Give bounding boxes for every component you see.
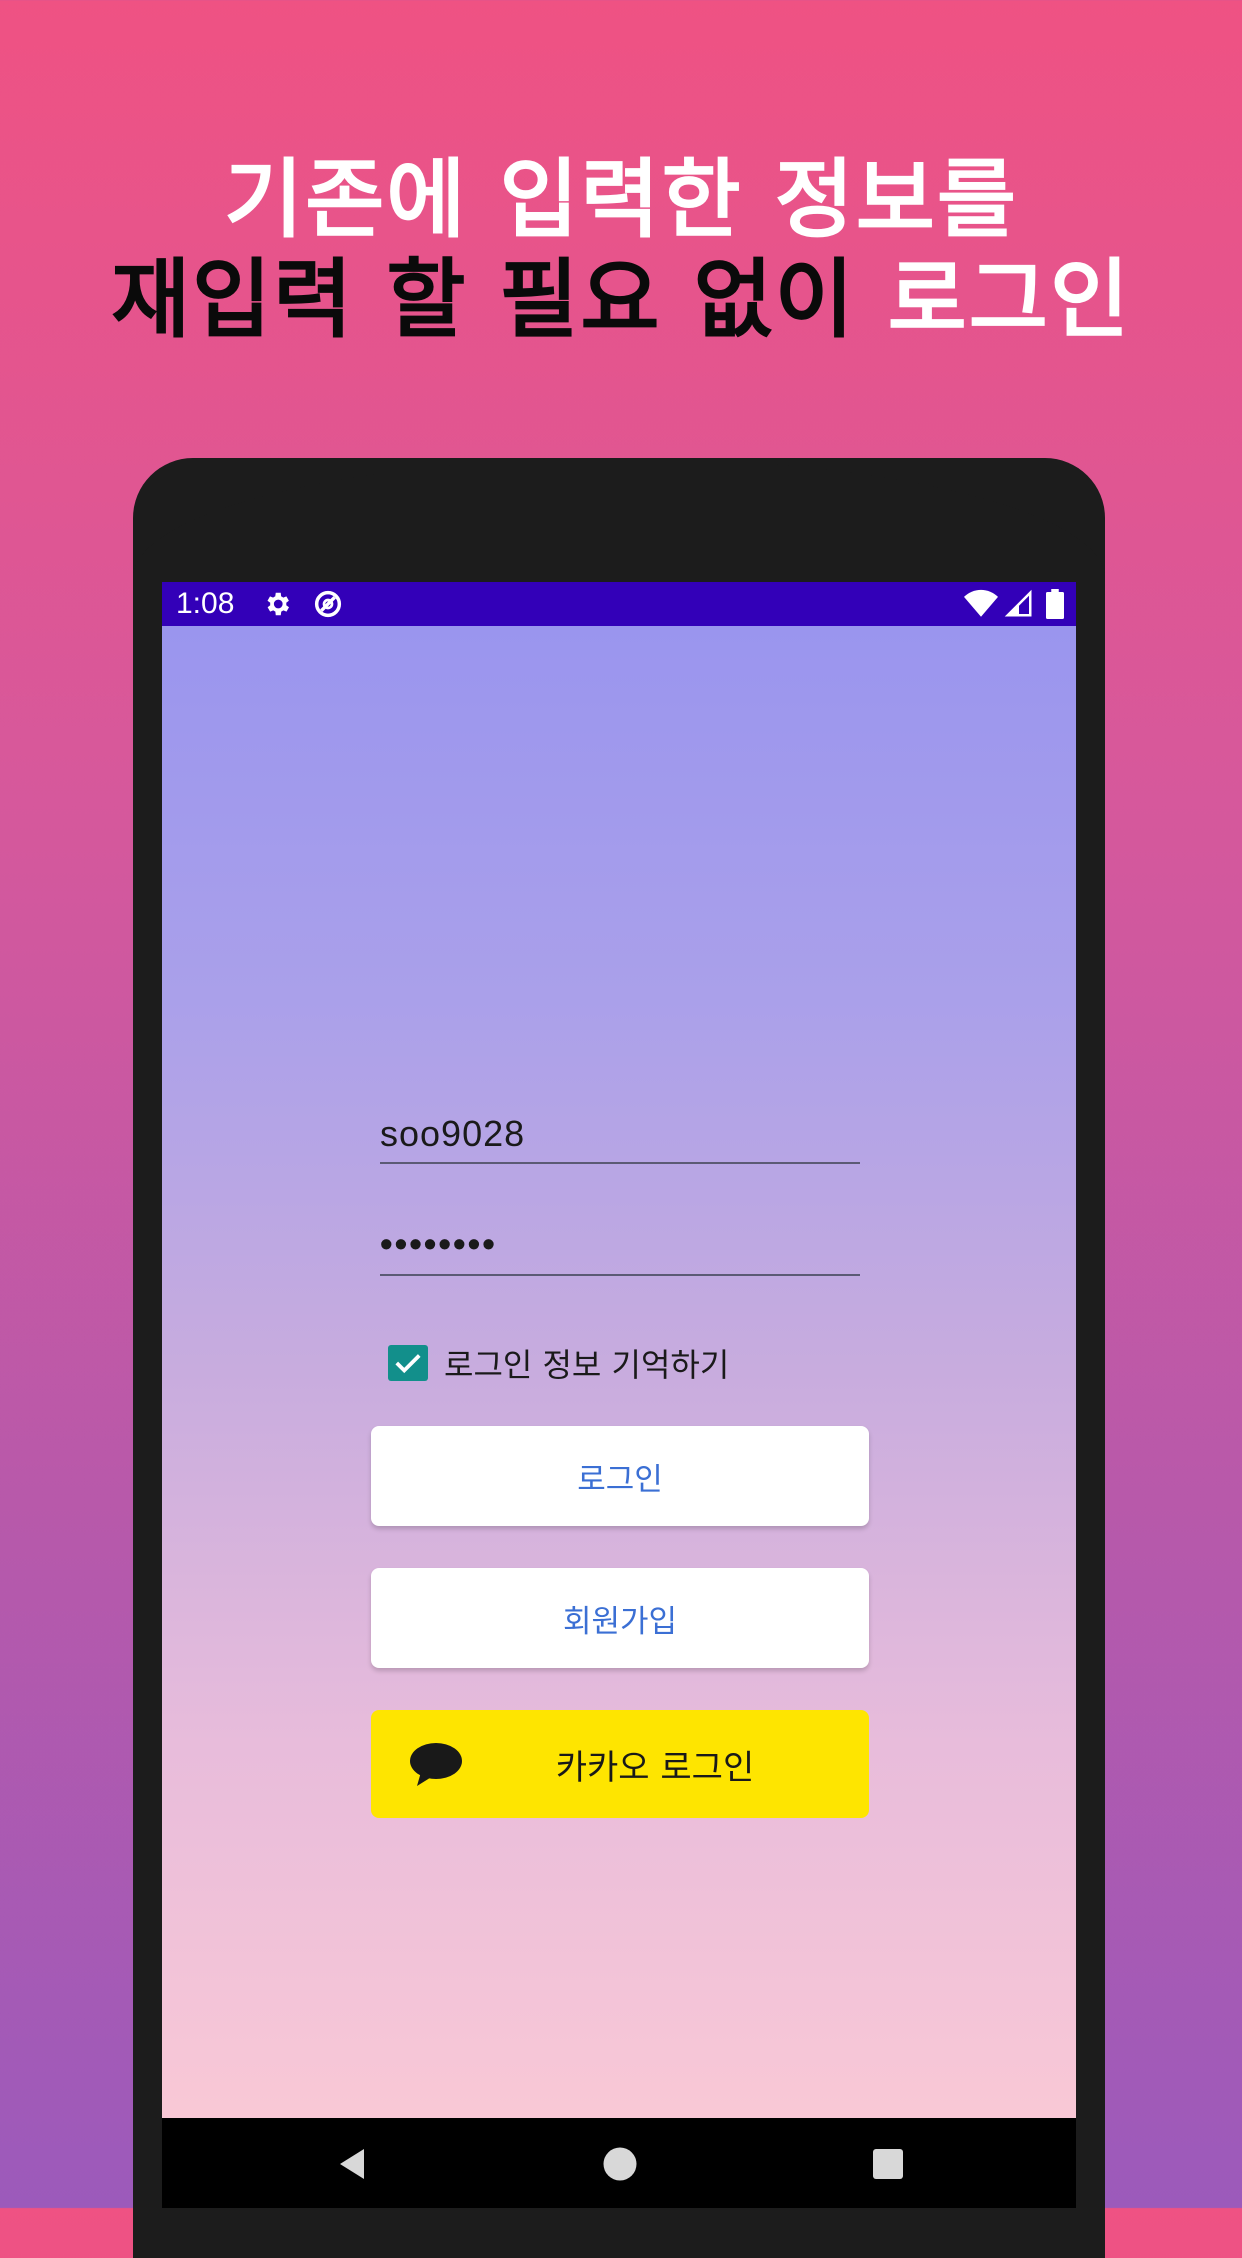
home-icon[interactable]	[602, 2146, 638, 2186]
headline-line-2-white: 로그인	[887, 250, 1132, 350]
cell-signal-icon	[1004, 589, 1034, 619]
phone-screen: 1:08 soo9028 •••••••• 로그인 정보 기억하기 로그인 회원…	[162, 582, 1076, 2208]
headline-line-2-black: 재입력 할 필요 없이	[110, 250, 888, 350]
remember-login-checkbox[interactable]	[388, 1345, 428, 1381]
status-bar: 1:08	[162, 582, 1076, 626]
promo-headline: 기존에 입력한 정보를 재입력 할 필요 없이 로그인	[0, 150, 1242, 350]
signup-button[interactable]: 회원가입	[371, 1568, 869, 1668]
headline-line-1: 기존에 입력한 정보를	[224, 150, 1018, 250]
recents-icon[interactable]	[870, 2146, 906, 2186]
data-saver-icon	[312, 588, 344, 620]
login-screen: soo9028 •••••••• 로그인 정보 기억하기 로그인 회원가입 카카…	[162, 626, 1076, 2118]
remember-login-row[interactable]: 로그인 정보 기억하기	[388, 1340, 729, 1386]
remember-login-label: 로그인 정보 기억하기	[444, 1346, 730, 1384]
back-icon[interactable]	[334, 2146, 370, 2186]
navigation-bar	[162, 2118, 1076, 2208]
battery-icon	[1046, 589, 1064, 619]
user-id-input[interactable]: soo9028	[380, 1110, 860, 1164]
wifi-icon	[964, 589, 998, 619]
check-icon	[395, 1354, 421, 1374]
password-input[interactable]: ••••••••	[380, 1222, 860, 1276]
kakao-login-label: 카카오 로그인	[555, 1747, 755, 1788]
headline-line-2: 재입력 할 필요 없이 로그인	[0, 250, 1242, 350]
gear-icon	[262, 589, 292, 619]
login-button[interactable]: 로그인	[371, 1426, 869, 1526]
status-time: 1:08	[176, 587, 235, 620]
kakao-login-button[interactable]: 카카오 로그인	[371, 1710, 869, 1818]
